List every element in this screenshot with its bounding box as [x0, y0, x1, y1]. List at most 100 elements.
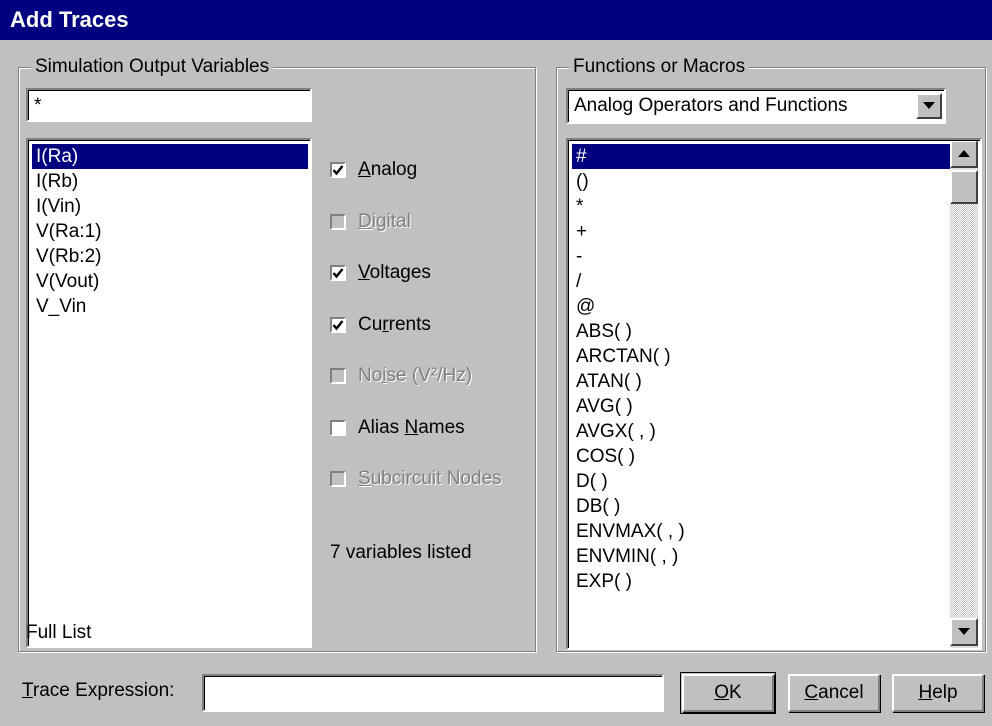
function-list-item[interactable]: ARCTAN( ) — [572, 344, 950, 369]
analog-label: Analog — [358, 159, 417, 181]
variables-count-text: 7 variables listed — [330, 542, 472, 563]
variable-list-item[interactable]: I(Vin) — [32, 194, 308, 219]
function-list-item[interactable]: ENVMIN( , ) — [572, 544, 950, 569]
function-list-item[interactable]: @ — [572, 294, 950, 319]
alias-names-label-pre: Alias — [358, 416, 405, 438]
analog-checkbox[interactable]: Analog — [330, 156, 417, 184]
title-bar: Add Traces — [0, 0, 992, 40]
alias-names-checkbox[interactable]: Alias Names — [330, 414, 465, 442]
voltages-checkbox[interactable]: Voltages — [330, 259, 431, 287]
function-list-item[interactable]: ENVMAX( , ) — [572, 519, 950, 544]
help-button[interactable]: Help — [892, 674, 984, 712]
functions-listbox[interactable]: #() * + - / @ ABS( ) ARCTAN( ) ATAN( ) AVG( ) AVGX… — [566, 138, 982, 650]
trace-expression-label: Trace Expression: — [22, 680, 174, 702]
trace-expression-label-rest: race Expression: — [32, 680, 175, 701]
variable-list-item[interactable]: V(Vout) — [32, 269, 308, 294]
function-list-item[interactable]: D( ) — [572, 469, 950, 494]
currents-label: Currents — [358, 314, 431, 336]
variable-list-item[interactable]: I(Ra) — [32, 144, 308, 169]
noise-label: Noise (V²/Hz) — [358, 365, 472, 387]
digital-checkbox: Digital — [330, 208, 411, 236]
check-mark-icon — [332, 319, 344, 330]
cancel-label-rest: ancel — [818, 682, 864, 703]
digital-label-accel: D — [358, 210, 372, 232]
currents-label-pre: Cu — [358, 313, 383, 335]
variable-list-item[interactable]: I(Rb) — [32, 169, 308, 194]
voltages-checkbox-box[interactable] — [330, 265, 346, 281]
functions-or-macros-label: Functions or Macros — [569, 55, 750, 79]
variables-listbox[interactable]: I(Ra) I(Rb) I(Vin) V(Ra:1) V(Rb:2) V(Vout) V_V… — [26, 138, 312, 648]
function-list-item[interactable]: EXP( ) — [572, 569, 950, 594]
variable-list-item[interactable]: V(Ra:1) — [32, 219, 308, 244]
digital-label-post: igital — [371, 210, 411, 232]
analog-label-accel: A — [358, 159, 371, 180]
noise-checkbox: Noise (V²/Hz) — [330, 362, 472, 390]
functions-dropdown-value: Analog Operators and Functions — [574, 95, 848, 116]
trace-expression-input[interactable] — [206, 679, 666, 709]
ok-label-rest: K — [729, 682, 742, 703]
currents-checkbox[interactable]: Currents — [330, 311, 431, 339]
triangle-down-icon — [958, 628, 970, 635]
simulation-output-variables-label: Simulation Output Variables — [31, 55, 274, 79]
analog-checkbox-box[interactable] — [330, 162, 346, 178]
alias-names-label: Alias Names — [358, 417, 465, 439]
scroll-thumb[interactable] — [950, 170, 978, 204]
triangle-down-icon — [923, 102, 935, 109]
function-list-item[interactable]: / — [572, 269, 950, 294]
function-list-item[interactable]: + — [572, 219, 950, 244]
functions-scrollbar[interactable] — [950, 140, 978, 648]
subcircuit-nodes-label: Subcircuit Nodes — [358, 468, 502, 490]
cancel-accel: C — [804, 682, 819, 703]
subcircuit-nodes-label-accel: S — [358, 468, 371, 489]
filter-field[interactable] — [26, 88, 314, 122]
functions-list[interactable]: #() * + - / @ ABS( ) ARCTAN( ) ATAN( ) AVG( ) AVGX… — [572, 144, 950, 646]
subcircuit-nodes-label-post: ubcircuit Nodes — [370, 468, 502, 489]
functions-dropdown[interactable]: Analog Operators and Functions — [566, 88, 946, 124]
voltages-label-post: oltages — [369, 262, 431, 283]
dialog-body: Simulation Output Variables I(Ra)I(Rb)I(… — [0, 40, 992, 726]
function-list-item[interactable]: ATAN( ) — [572, 369, 950, 394]
variable-list-item[interactable]: V_Vin — [32, 294, 308, 319]
currents-label-post: rents — [388, 313, 431, 335]
function-list-item[interactable]: - — [572, 244, 950, 269]
noise-checkbox-box — [330, 368, 346, 384]
help-label-rest: elp — [932, 682, 958, 703]
noise-label-pre: No — [358, 365, 383, 386]
function-list-item[interactable]: # — [572, 144, 950, 169]
function-list-item[interactable]: () — [572, 169, 950, 194]
help-accel: H — [918, 682, 933, 703]
digital-checkbox-box — [330, 213, 346, 230]
variable-list-item[interactable]: V(Rb:2) — [32, 244, 308, 269]
check-mark-icon — [332, 268, 344, 279]
subcircuit-nodes-checkbox-box — [330, 471, 346, 487]
filter-input[interactable] — [30, 92, 314, 120]
function-list-item[interactable]: DB( ) — [572, 494, 950, 519]
triangle-up-icon — [958, 150, 970, 157]
function-list-item[interactable]: ABS( ) — [572, 319, 950, 344]
check-mark-icon — [332, 165, 344, 176]
function-list-item[interactable]: COS( ) — [572, 444, 950, 469]
analog-label-post: nalog — [370, 159, 418, 180]
subcircuit-nodes-checkbox: Subcircuit Nodes — [330, 465, 502, 493]
voltages-label-accel: V — [358, 262, 370, 283]
ok-accel: O — [714, 682, 730, 703]
digital-label: Digital — [358, 211, 411, 233]
trace-expression-accel: T — [22, 680, 33, 701]
voltages-label: Voltages — [358, 262, 431, 284]
variables-list[interactable]: I(Ra) I(Rb) I(Vin) V(Ra:1) V(Rb:2) V(Vout) V_V… — [32, 144, 308, 644]
full-list-label: Full List — [26, 622, 92, 643]
cancel-button[interactable]: Cancel — [788, 674, 880, 712]
function-list-item[interactable]: AVG( ) — [572, 394, 950, 419]
alias-names-label-post: ames — [418, 416, 465, 438]
window-title: Add Traces — [10, 7, 129, 32]
dropdown-arrow-button[interactable] — [916, 93, 942, 119]
scroll-down-button[interactable] — [950, 618, 978, 646]
currents-checkbox-box[interactable] — [330, 316, 346, 333]
function-list-item[interactable]: AVGX( , ) — [572, 419, 950, 444]
function-list-item[interactable]: * — [572, 194, 950, 219]
trace-expression-field[interactable] — [202, 674, 666, 712]
alias-names-label-accel: N — [404, 416, 419, 438]
ok-button[interactable]: OK — [680, 672, 776, 714]
alias-names-checkbox-box[interactable] — [330, 419, 346, 436]
scroll-up-button[interactable] — [950, 140, 978, 168]
